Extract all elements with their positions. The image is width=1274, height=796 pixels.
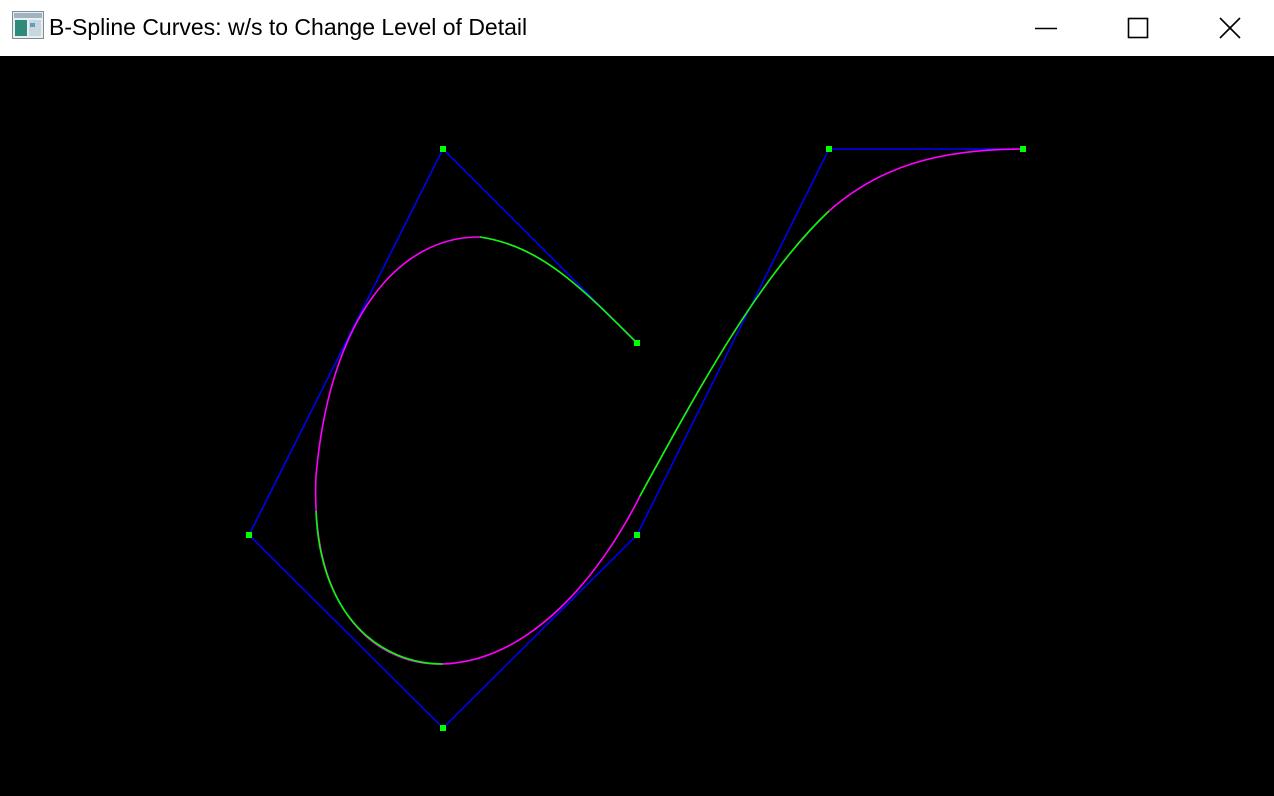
minimize-button[interactable] <box>1000 0 1092 56</box>
drawing-canvas[interactable] <box>0 56 1274 796</box>
control-polygon <box>248 147 1023 730</box>
close-button[interactable] <box>1184 0 1274 56</box>
window-title: B-Spline Curves: w/s to Change Level of … <box>49 14 528 40</box>
control-point[interactable] <box>1020 146 1026 152</box>
close-icon <box>1219 17 1241 39</box>
minimize-icon <box>1035 17 1057 39</box>
app-window-icon <box>12 11 44 39</box>
control-points <box>246 146 1026 731</box>
maximize-button[interactable] <box>1092 0 1184 56</box>
spline-drawing <box>246 146 1026 731</box>
control-point[interactable] <box>634 340 640 346</box>
title-bar[interactable]: B-Spline Curves: w/s to Change Level of … <box>0 0 1274 56</box>
bspline-curve-primary <box>479 236 638 344</box>
bspline-curve-primary <box>639 210 830 497</box>
bspline-curve-secondary <box>314 148 1024 665</box>
app-window: B-Spline Curves: w/s to Change Level of … <box>0 0 1274 796</box>
bspline-curve-primary <box>315 510 444 665</box>
control-point[interactable] <box>246 532 252 538</box>
control-point[interactable] <box>440 146 446 152</box>
maximize-icon <box>1127 17 1149 39</box>
control-point[interactable] <box>634 532 640 538</box>
control-point[interactable] <box>826 146 832 152</box>
control-point[interactable] <box>440 725 446 731</box>
